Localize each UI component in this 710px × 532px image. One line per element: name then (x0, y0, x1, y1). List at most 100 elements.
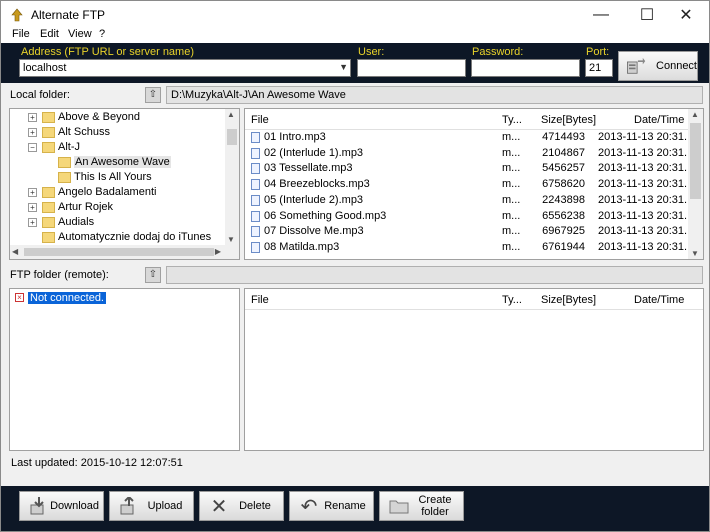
file-row[interactable]: 02 (Interlude 1).mp3 m... 2104867 2013-11-1… (245, 146, 693, 162)
col-header-file[interactable]: File (251, 114, 269, 126)
file-type: m... (502, 209, 521, 222)
col-header-size[interactable]: Size[Bytes] (541, 294, 596, 306)
local-folder-tree[interactable]: + Above & Beyond + Alt Schuss − Alt-J An Aweso… (9, 108, 240, 260)
menu-help[interactable]: ? (99, 28, 105, 40)
chevron-down-icon[interactable]: ▼ (339, 62, 348, 72)
file-row[interactable]: 01 Intro.mp3 m... 4714493 2013-11-13 20:31.… (245, 130, 693, 146)
tree-item[interactable]: Automatycznie dodaj do iTunes (10, 230, 239, 245)
expand-icon[interactable]: + (28, 113, 37, 122)
scroll-left-icon[interactable]: ◀ (12, 247, 18, 256)
file-type: m... (502, 240, 521, 253)
remote-folder-tree[interactable]: × Not connected. (9, 288, 240, 451)
expand-icon[interactable]: + (28, 128, 37, 137)
expand-icon[interactable]: + (28, 203, 37, 212)
menu-file[interactable]: File (12, 28, 30, 40)
tree-vertical-scrollbar[interactable]: ▲ ▼ (225, 109, 239, 245)
download-label: Download (50, 500, 99, 512)
file-size: 2243898 (542, 193, 585, 206)
tree-item-label: Audials (58, 216, 95, 228)
file-type: m... (502, 146, 521, 159)
file-name: 01 Intro.mp3 (264, 131, 326, 143)
user-field[interactable] (357, 59, 466, 77)
scroll-down-icon[interactable]: ▼ (227, 235, 235, 244)
menu-view[interactable]: View (68, 28, 92, 40)
error-icon: × (15, 293, 24, 302)
local-path-field[interactable]: D:\Muzyka\Alt-J\An Awesome Wave (166, 86, 703, 104)
tree-item[interactable]: + Alt Schuss (10, 125, 239, 140)
tree-item[interactable]: + Audials (10, 215, 239, 230)
tree-item[interactable]: + Artur Rojek (10, 200, 239, 215)
file-name: 03 Tessellate.mp3 (264, 162, 353, 175)
col-header-size[interactable]: Size[Bytes] (541, 114, 596, 126)
scroll-up-icon[interactable]: ▲ (691, 110, 699, 119)
file-name: 04 Breezeblocks.mp3 (264, 178, 370, 191)
tree-item-label: This Is All Yours (74, 171, 152, 183)
file-type: m... (502, 225, 521, 238)
file-date: 2013-11-13 20:31... (598, 240, 694, 253)
folder-icon (42, 202, 55, 213)
file-row[interactable]: 08 Matilda.mp3 m... 6761944 2013-11-13 20:3… (245, 240, 693, 256)
remote-file-list[interactable]: File Ty... Size[Bytes] Date/Time (244, 288, 704, 451)
password-label: Password: (472, 46, 524, 58)
expand-icon[interactable]: + (28, 218, 37, 227)
file-row[interactable]: 04 Breezeblocks.mp3 m... 6758620 2013-11-13… (245, 177, 693, 193)
upload-button[interactable]: Upload (109, 491, 194, 521)
connect-button[interactable]: Connect (618, 51, 698, 81)
file-type: m... (502, 193, 521, 206)
address-combobox[interactable]: localhost ▼ (19, 59, 351, 77)
file-row[interactable]: 07 Dissolve Me.mp3 m... 6967925 2013-11-13 … (245, 224, 693, 240)
file-size: 4714493 (542, 131, 585, 143)
not-connected-status[interactable]: Not connected. (28, 292, 106, 304)
tree-hscroll-thumb[interactable] (24, 248, 214, 256)
file-date: 2013-11-13 20:31... (598, 209, 694, 222)
files-vscroll-thumb[interactable] (690, 123, 701, 199)
col-header-file[interactable]: File (251, 294, 269, 306)
scroll-right-icon[interactable]: ▶ (215, 247, 221, 256)
tree-item[interactable]: − Alt-J (10, 140, 239, 155)
tree-item[interactable]: An Awesome Wave (10, 155, 239, 170)
tree-item[interactable]: This Is All Yours (10, 170, 239, 185)
expand-icon[interactable]: + (28, 188, 37, 197)
file-row[interactable]: 03 Tessellate.mp3 m... 5456257 2013-11-13 2… (245, 161, 693, 177)
collapse-icon[interactable]: − (28, 143, 37, 152)
file-row[interactable]: 05 (Interlude 2).mp3 m... 2243898 2013-11-1… (245, 193, 693, 209)
file-date: 2013-11-13 20:31... (598, 146, 694, 159)
port-field[interactable]: 21 (585, 59, 613, 77)
file-size: 6556238 (542, 209, 585, 222)
rename-button[interactable]: ↶ Rename (289, 491, 374, 521)
file-date: 2013-11-13 20:31... (598, 193, 694, 206)
folder-icon (42, 112, 55, 123)
address-label: Address (FTP URL or server name) (21, 46, 194, 58)
minimize-button[interactable]: — (578, 1, 624, 29)
tree-item[interactable]: + Angelo Badalamenti (10, 185, 239, 200)
title-bar[interactable]: Alternate FTP — ☐ ✕ (1, 1, 709, 29)
delete-button[interactable]: ✕ Delete (199, 491, 284, 521)
remote-path-field[interactable] (166, 266, 703, 284)
create-folder-button[interactable]: Create folder (379, 491, 464, 521)
delete-x-icon: ✕ (210, 495, 228, 518)
scroll-up-icon[interactable]: ▲ (227, 110, 235, 119)
menu-edit[interactable]: Edit (40, 28, 59, 40)
col-header-date[interactable]: Date/Time (634, 294, 684, 306)
audio-file-icon (251, 226, 260, 238)
local-up-folder-button[interactable]: ⇧ (145, 87, 161, 103)
col-header-type[interactable]: Ty... (502, 114, 522, 126)
password-field[interactable] (471, 59, 580, 77)
close-button[interactable]: ✕ (663, 1, 709, 29)
download-button[interactable]: Download (19, 491, 104, 521)
server-connect-icon (627, 57, 646, 74)
file-name: 08 Matilda.mp3 (264, 240, 340, 253)
last-updated-status: Last updated: 2015-10-12 12:07:51 (11, 457, 183, 469)
files-vertical-scrollbar[interactable]: ▲ ▼ (688, 109, 703, 259)
tree-vscroll-thumb[interactable] (227, 129, 237, 145)
remote-up-folder-button[interactable]: ⇧ (145, 267, 161, 283)
connect-label: Connect (656, 60, 697, 72)
file-row[interactable]: 06 Something Good.mp3 m... 6556238 2013-11-… (245, 209, 693, 225)
col-header-type[interactable]: Ty... (502, 294, 522, 306)
local-file-list[interactable]: File Ty... Size[Bytes] Date/Time 01 Intr… (244, 108, 704, 260)
col-header-date[interactable]: Date/Time (634, 114, 684, 126)
file-name: 07 Dissolve Me.mp3 (264, 225, 364, 238)
tree-horizontal-scrollbar[interactable]: ◀ ▶ (10, 245, 239, 259)
scroll-down-icon[interactable]: ▼ (691, 249, 699, 258)
tree-item[interactable]: + Above & Beyond (10, 110, 239, 125)
